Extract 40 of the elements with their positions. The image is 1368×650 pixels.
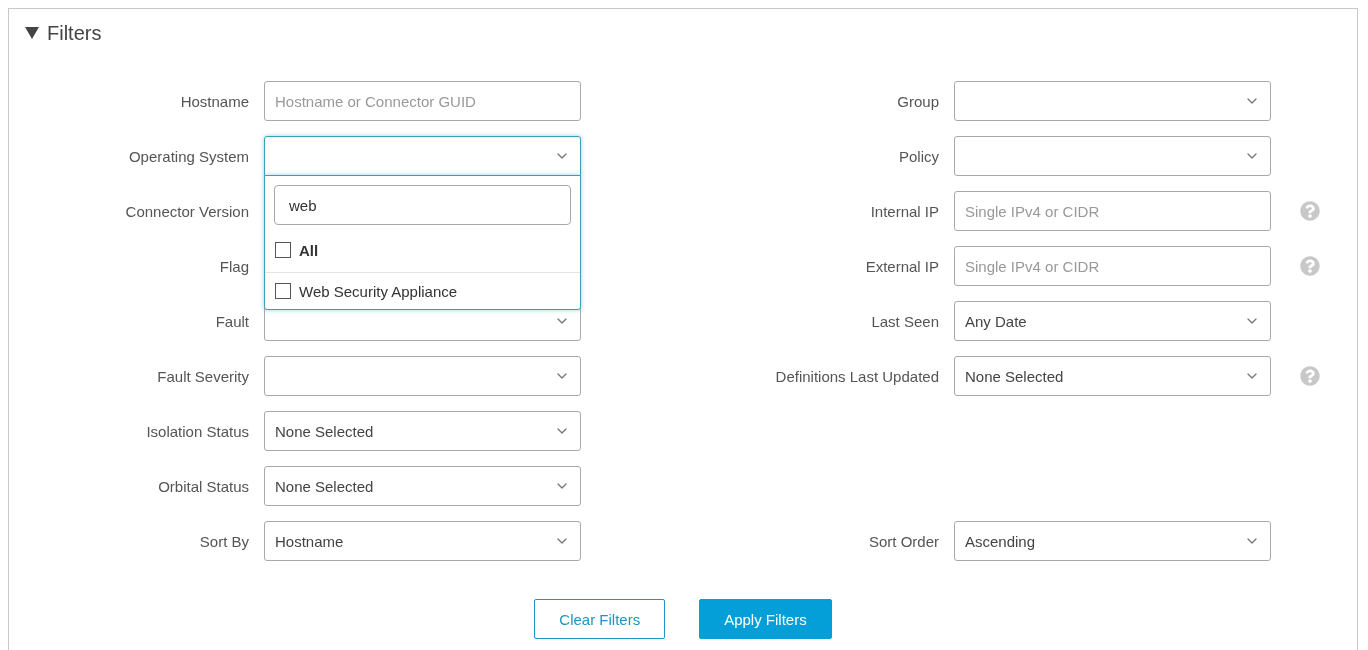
text-field[interactable]: Single IPv4 or CIDR [954, 191, 1271, 231]
select-field[interactable] [264, 356, 581, 396]
clear-button[interactable]: Clear Filters [534, 599, 666, 639]
field-label: Operating System [127, 147, 249, 165]
field-label: Fault [214, 312, 249, 330]
checkbox[interactable] [275, 283, 291, 299]
select-field[interactable]: Ascending [954, 521, 1271, 561]
field-label: Orbital Status [157, 477, 249, 495]
select-field[interactable]: Any Date [954, 301, 1271, 341]
select-field[interactable] [954, 136, 1271, 176]
text-field[interactable]: Single IPv4 or CIDR [954, 246, 1271, 286]
field-label: Policy [898, 147, 939, 165]
field-label: Connector Version [124, 202, 249, 220]
dropdown-option[interactable]: All [265, 228, 580, 273]
help-icon[interactable] [1300, 366, 1320, 386]
select-field[interactable] [264, 136, 581, 176]
select-field[interactable]: None Selected [264, 411, 581, 451]
select-field[interactable]: None Selected [954, 356, 1271, 396]
text-field[interactable]: Hostname or Connector GUID [264, 81, 581, 121]
select-field[interactable]: None Selected [264, 466, 581, 506]
field-label: Internal IP [869, 202, 939, 220]
select-field[interactable]: Hostname [264, 521, 581, 561]
field-label: Last Seen [870, 312, 939, 330]
field-label: Group [896, 92, 939, 110]
help-icon[interactable] [1300, 256, 1320, 276]
select-field[interactable] [954, 81, 1271, 121]
collapse-caret-icon[interactable] [25, 27, 39, 39]
search-field[interactable]: web [274, 185, 571, 225]
panel-title: Filters [47, 21, 102, 45]
field-label: Sort By [198, 532, 249, 550]
field-label: Hostname [179, 92, 249, 110]
checkbox[interactable] [275, 242, 291, 258]
field-label: Flag [218, 257, 249, 275]
field-label: Fault Severity [156, 367, 249, 385]
dropdown-option[interactable]: Web Security Appliance [265, 273, 580, 309]
field-label: Isolation Status [145, 422, 249, 440]
help-icon[interactable] [1300, 201, 1320, 221]
field-label: External IP [864, 257, 939, 275]
field-label: Definitions Last Updated [774, 367, 939, 385]
field-label: Sort Order [867, 532, 939, 550]
